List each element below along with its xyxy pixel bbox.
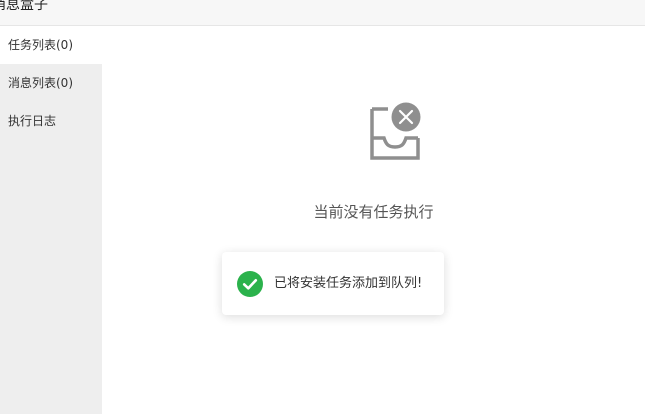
main-content: 当前没有任务执行 已将安装任务添加到队列! (102, 26, 645, 414)
check-circle-icon (237, 271, 263, 297)
message-box-window: 消息盒子 任务列表(0) 消息列表(0) 执行日志 当前没有任务执行 已将安装任… (0, 0, 645, 414)
empty-state-message: 当前没有任务执行 (313, 203, 434, 221)
window-title: 消息盒子 (0, 0, 48, 13)
empty-tray-icon (370, 102, 421, 160)
sidebar-item-message-list[interactable]: 消息列表(0) (0, 64, 102, 102)
title-bar: 消息盒子 (0, 0, 645, 26)
toast-message: 已将安装任务添加到队列! (274, 276, 423, 291)
toast-notification: 已将安装任务添加到队列! (222, 252, 444, 315)
sidebar-item-task-list[interactable]: 任务列表(0) (0, 26, 102, 64)
sidebar-item-execution-log[interactable]: 执行日志 (0, 102, 102, 140)
sidebar: 任务列表(0) 消息列表(0) 执行日志 (0, 26, 102, 414)
